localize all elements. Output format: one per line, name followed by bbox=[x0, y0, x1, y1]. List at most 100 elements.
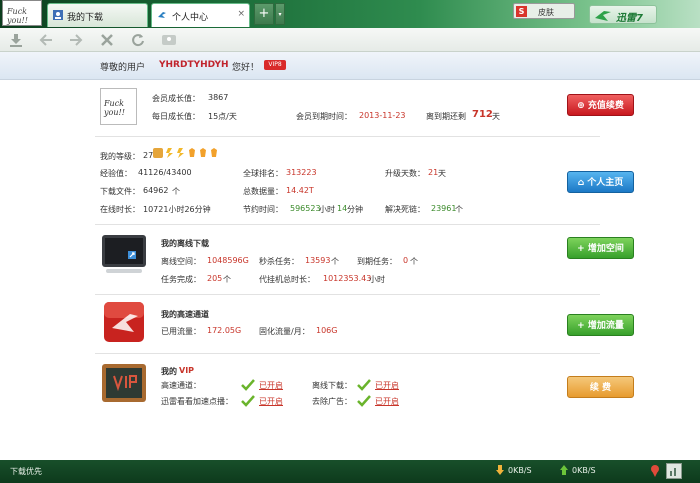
daily-value: 15点/天 bbox=[208, 112, 237, 121]
space-label: 离线空间： bbox=[161, 257, 201, 266]
close-icon[interactable]: × bbox=[237, 9, 245, 19]
user-avatar-thumb[interactable]: Fuck you!! bbox=[2, 0, 42, 26]
avatar-text: Fuck you!! bbox=[7, 7, 28, 25]
add-traffic-button[interactable]: + 增加流量 bbox=[567, 314, 634, 336]
skin-label: 皮肤 bbox=[538, 8, 554, 17]
done-value: 205 bbox=[207, 274, 223, 283]
vip-offline-status[interactable]: 已开启 bbox=[375, 380, 399, 391]
vip-offline-label: 离线下载： bbox=[312, 381, 352, 390]
files-label: 下载文件： bbox=[100, 187, 140, 196]
dead-label: 解决死链： bbox=[385, 205, 425, 214]
online-label: 在线时长： bbox=[100, 205, 140, 214]
download-icon[interactable] bbox=[6, 31, 26, 49]
add-tab-button[interactable]: + bbox=[254, 3, 274, 25]
saved-hours: 596523 bbox=[290, 204, 321, 213]
growth-value: 3867 bbox=[208, 93, 229, 102]
profile-card-icon[interactable] bbox=[159, 31, 179, 49]
files-unit: 个 bbox=[172, 187, 180, 196]
tab-label: 我的下载 bbox=[67, 13, 104, 23]
vip-title-vip: VIP bbox=[179, 366, 195, 375]
brand-logo: 迅雷7 bbox=[589, 5, 657, 24]
greeting-suffix: 您好！ bbox=[232, 63, 260, 73]
used-value: 172.05G bbox=[207, 326, 242, 335]
daily-label: 每日成长值： bbox=[152, 112, 200, 121]
button-label: 增加空间 bbox=[587, 244, 624, 254]
checkmark-icon bbox=[357, 395, 371, 407]
total-label: 总数据量： bbox=[243, 187, 283, 196]
refresh-icon[interactable] bbox=[128, 31, 148, 49]
proxy-value: 1012353.43 bbox=[323, 274, 372, 283]
home-icon: ⌂ bbox=[577, 178, 588, 188]
space-value: 1048596G bbox=[207, 256, 249, 265]
expire-label: 会员到期时间： bbox=[296, 112, 352, 121]
level-label: 我的等级： bbox=[100, 152, 140, 161]
offline-title: 我的离线下载 bbox=[161, 239, 209, 248]
button-label: 充值续费 bbox=[587, 101, 624, 111]
remaining-unit: 天 bbox=[492, 112, 500, 121]
vip-ads-status[interactable]: 已开启 bbox=[375, 396, 399, 407]
greeting-prefix: 尊敬的用户 bbox=[100, 63, 146, 73]
remaining-value: 712 bbox=[472, 109, 493, 120]
expire-value: 2013-11-23 bbox=[359, 111, 406, 120]
back-arrow-icon[interactable] bbox=[36, 31, 56, 49]
highspeed-channel-icon bbox=[104, 302, 144, 342]
level-value: 27 bbox=[143, 151, 154, 160]
renew-button[interactable]: 续 费 bbox=[567, 376, 634, 398]
username: YHRDTYHDYH bbox=[159, 60, 229, 70]
title-bar: Fuck you!! 我的下载 个人中心 × + ▾ S 皮肤 迅雷7 bbox=[0, 0, 700, 28]
expire-task-value: 0 bbox=[403, 256, 409, 265]
saved-minutes: 14 bbox=[337, 204, 348, 213]
saved-minutes-unit: 分钟 bbox=[347, 205, 363, 214]
status-bar: 下载优先 0KB/S 0KB/S bbox=[0, 460, 700, 483]
tab-label: 个人中心 bbox=[172, 13, 209, 23]
level-crown-icons bbox=[153, 148, 217, 158]
highspeed-title: 我的高速通道 bbox=[161, 310, 209, 319]
user-avatar[interactable]: Fuck you!! bbox=[100, 88, 137, 125]
button-label: 增加流量 bbox=[587, 321, 624, 331]
instant-value: 13593 bbox=[305, 256, 331, 265]
user-icon bbox=[53, 10, 63, 20]
checkmark-icon bbox=[241, 395, 255, 407]
skin-icon: S bbox=[516, 6, 527, 17]
checkmark-icon bbox=[241, 379, 255, 391]
vip-title-prefix: 我的 bbox=[161, 367, 177, 376]
plus-icon: + bbox=[577, 321, 588, 331]
done-unit: 个 bbox=[223, 275, 231, 284]
location-pin-icon[interactable] bbox=[650, 465, 660, 477]
divider bbox=[95, 353, 600, 354]
upgrade-unit: 天 bbox=[438, 169, 446, 178]
growth-label: 会员成长值： bbox=[152, 94, 200, 103]
upgrade-label: 升级天数： bbox=[385, 169, 425, 178]
saved-label: 节约时间： bbox=[243, 205, 283, 214]
vip-accel-status[interactable]: 已开启 bbox=[259, 396, 283, 407]
homepage-button[interactable]: ⌂ 个人主页 bbox=[567, 171, 634, 193]
vip-channel-status[interactable]: 已开启 bbox=[259, 380, 283, 391]
upgrade-value: 21 bbox=[428, 168, 439, 177]
used-label: 已用流量： bbox=[161, 327, 201, 336]
skin-button[interactable]: S 皮肤 bbox=[513, 3, 575, 19]
instant-label: 秒杀任务： bbox=[259, 257, 299, 266]
checkmark-icon bbox=[357, 379, 371, 391]
tab-dropdown-button[interactable]: ▾ bbox=[275, 3, 285, 25]
instant-unit: 个 bbox=[331, 257, 339, 266]
fixed-value: 106G bbox=[316, 326, 338, 335]
thunder-bird-icon bbox=[158, 12, 166, 18]
chart-panel-icon[interactable] bbox=[666, 463, 682, 479]
forward-arrow-icon[interactable] bbox=[66, 31, 86, 49]
vip-blackboard-icon bbox=[102, 364, 146, 402]
proxy-unit: 小时 bbox=[369, 275, 385, 284]
proxy-label: 代挂机总时长： bbox=[259, 275, 315, 284]
recharge-button[interactable]: ⊕ 充值续费 bbox=[567, 94, 634, 116]
stop-icon[interactable] bbox=[97, 31, 117, 49]
priority-label[interactable]: 下载优先 bbox=[10, 466, 42, 477]
add-space-button[interactable]: + 增加空间 bbox=[567, 237, 634, 259]
thunder-logo-icon bbox=[595, 11, 611, 21]
online-value: 10721小时26分钟 bbox=[143, 205, 211, 214]
tab-personal-center[interactable]: 个人中心 × bbox=[151, 3, 250, 27]
tab-my-downloads[interactable]: 我的下载 bbox=[47, 3, 148, 27]
exp-label: 经验值： bbox=[100, 169, 132, 178]
plus-icon: + bbox=[577, 244, 588, 254]
done-label: 任务完成： bbox=[161, 275, 201, 284]
download-arrow-icon bbox=[496, 465, 504, 475]
files-value: 64962 bbox=[143, 186, 169, 195]
